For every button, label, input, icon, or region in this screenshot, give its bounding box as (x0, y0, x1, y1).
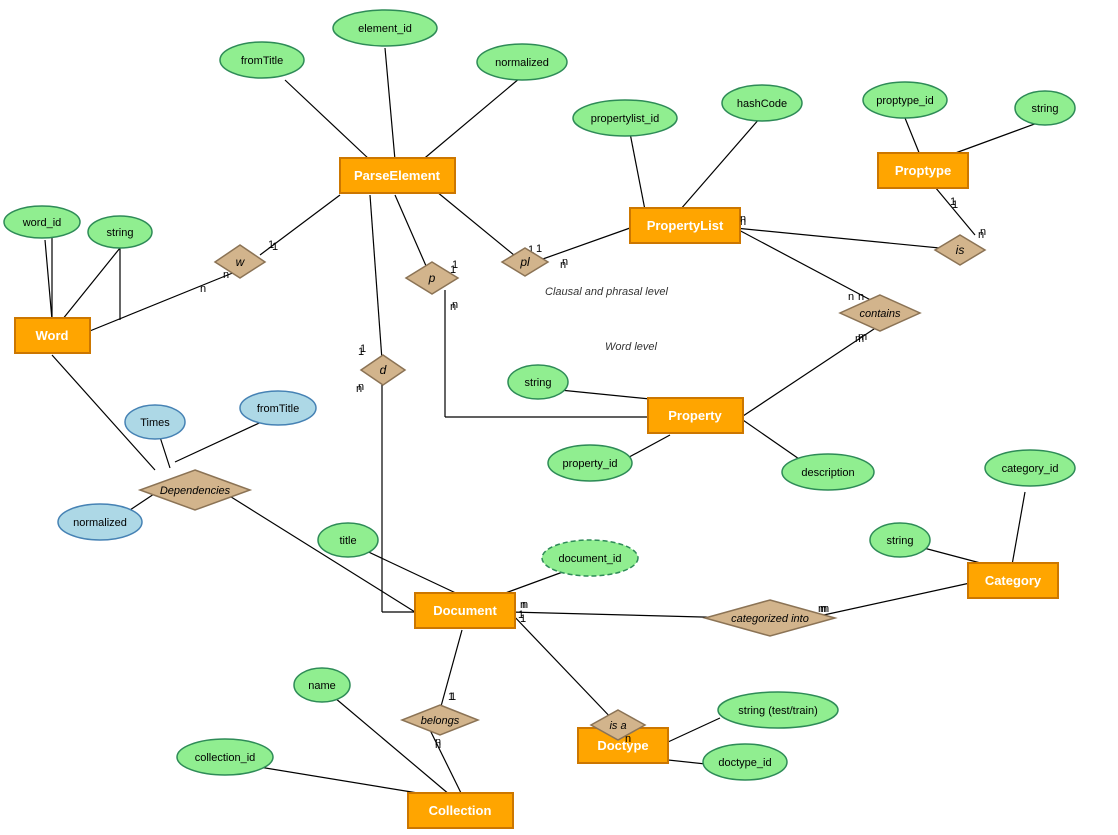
attr-word-id-label: word_id (22, 217, 62, 229)
card-p-1: 1 (452, 259, 458, 271)
attr-description-label: description (801, 467, 854, 479)
attr-fromtitle-dep-label: fromTitle (257, 403, 299, 415)
attr-string-category-label: string (887, 535, 914, 547)
attr-element-id-label: element_id (358, 23, 412, 35)
attr-doctype-id-label: doctype_id (718, 757, 771, 769)
attr-string-word-label: string (107, 227, 134, 239)
card-isa-n: n (625, 733, 631, 745)
entity-word-label: Word (36, 328, 69, 343)
attr-string-property-label: string (525, 377, 552, 389)
attr-string-proptype-label: string (1032, 103, 1059, 115)
entity-category-label: Category (985, 573, 1042, 588)
rel-w-label: w (236, 255, 246, 269)
attr-normalized-pe-label: normalized (495, 57, 549, 69)
rel-dependencies-label: Dependencies (160, 485, 231, 497)
rel-p-label: p (428, 271, 436, 285)
attr-title-label: title (339, 535, 356, 547)
attr-proptype-id-label: proptype_id (876, 95, 934, 107)
level-label-clausal: Clausal and phrasal level (545, 286, 668, 298)
attr-normalized-dep-label: normalized (73, 517, 127, 529)
card-w-n: n (200, 283, 206, 295)
card-cat-m: m (818, 603, 827, 615)
entity-doctype-label: Doctype (597, 738, 648, 753)
card-pl-1: 1 (536, 243, 542, 255)
card-is-n: n (740, 213, 746, 225)
cardinality-label: n (858, 291, 864, 303)
card-is-n2: n (978, 229, 984, 241)
rel-belongs-label: belongs (421, 715, 460, 727)
attr-times-label: Times (140, 417, 170, 429)
attr-propertylist-id-label: propertylist_id (591, 113, 659, 125)
entity-collection-label: Collection (429, 803, 492, 818)
entity-parseelement-label: ParseElement (354, 168, 441, 183)
er-diagram: 1 n 1 n 1 n 1 n (0, 0, 1118, 835)
card-is-1: 1 (952, 199, 958, 211)
card-p-n: n (452, 299, 458, 311)
card-w-1: 1 (268, 239, 274, 251)
attr-property-id-label: property_id (562, 458, 617, 470)
entity-propertylist-label: PropertyList (647, 218, 724, 233)
rel-contains-label: contains (860, 308, 901, 320)
attr-name-label: name (308, 680, 336, 692)
rel-is-label: is (956, 243, 965, 257)
attr-category-id-label: category_id (1002, 463, 1059, 475)
diagram-svg: 1 n 1 n 1 n 1 n (0, 0, 1118, 835)
card-d-1: 1 (360, 343, 366, 355)
entity-proptype-label: Proptype (895, 163, 951, 178)
attr-hashcode-label: hashCode (737, 98, 787, 110)
level-label-word: Word level (605, 341, 658, 353)
attr-string-test-train-label: string (test/train) (738, 705, 817, 717)
attr-document-id-label: document_id (559, 553, 622, 565)
attr-fromtitle-pe-label: fromTitle (241, 55, 283, 67)
card-isa-1: 1 (518, 609, 524, 621)
attr-collection-id-label: collection_id (195, 752, 256, 764)
card-belongs-n: n (435, 739, 441, 751)
rel-is-a-label: is a (609, 720, 626, 732)
entity-document-label: Document (433, 603, 497, 618)
card-contains-m: m (855, 333, 864, 345)
entity-property-label: Property (668, 408, 722, 423)
card-pl-n: n (560, 259, 566, 271)
rel-categorized-into-label: categorized into (731, 613, 809, 625)
rel-pl-label: pl (519, 255, 530, 269)
rel-d-label: d (380, 363, 387, 377)
card-d-n: n (356, 383, 362, 395)
card-belongs-1: 1 (450, 691, 456, 703)
card-contains-n: n (848, 291, 854, 303)
